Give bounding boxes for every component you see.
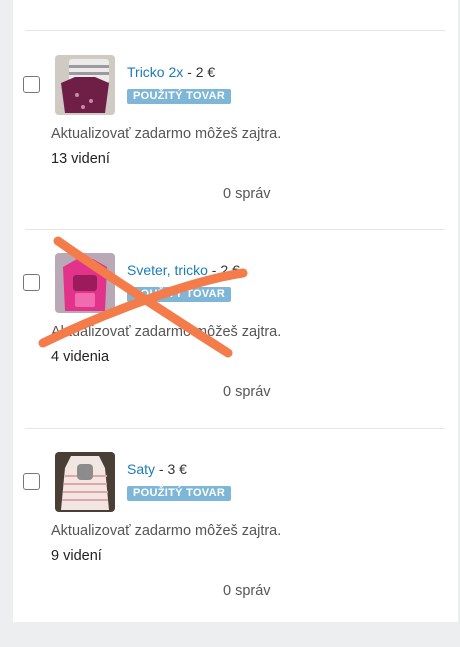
view-count: 9 videní xyxy=(51,548,102,564)
previous-listing-fragment xyxy=(73,0,263,4)
listing-price: - 2 € xyxy=(207,262,240,278)
listing-title-link[interactable]: Saty xyxy=(127,461,155,477)
update-note: Aktualizovať zadarmo môžeš zajtra. xyxy=(51,324,282,340)
condition-badge: POUŽITÝ TOVAR xyxy=(127,287,232,302)
listing-title-link[interactable]: Tricko 2x xyxy=(127,64,183,80)
messages-link[interactable]: 0 správ xyxy=(223,583,271,599)
listing-thumbnail[interactable] xyxy=(55,55,115,115)
listing-price: - 3 € xyxy=(155,461,187,477)
update-note: Aktualizovať zadarmo môžeš zajtra. xyxy=(51,523,282,539)
condition-badge: POUŽITÝ TOVAR xyxy=(127,486,232,501)
listing-item: Sveter, tricko - 2 € POUŽITÝ TOVAR Aktua… xyxy=(13,229,458,419)
listing-checkbox[interactable] xyxy=(23,473,40,490)
messages-link[interactable]: 0 správ xyxy=(223,384,271,400)
listing-price: - 2 € xyxy=(183,64,216,80)
view-count: 4 videnia xyxy=(51,349,110,365)
view-count: 13 videní xyxy=(51,151,110,167)
messages-link[interactable]: 0 správ xyxy=(223,186,271,202)
listing-title-link[interactable]: Sveter, tricko xyxy=(127,262,208,278)
listing-thumbnail[interactable] xyxy=(55,452,115,512)
listing-item: Saty - 3 € POUŽITÝ TOVAR Aktualizovať za… xyxy=(13,428,458,618)
update-note: Aktualizovať zadarmo môžeš zajtra. xyxy=(51,126,282,142)
listing-item: Tricko 2x - 2 € POUŽITÝ TOVAR Aktualizov… xyxy=(13,31,458,221)
listing-title-row: Tricko 2x - 2 € xyxy=(127,64,215,80)
listing-checkbox[interactable] xyxy=(23,274,40,291)
listing-checkbox[interactable] xyxy=(23,76,40,93)
listing-thumbnail[interactable] xyxy=(55,253,115,313)
listings-card: Tricko 2x - 2 € POUŽITÝ TOVAR Aktualizov… xyxy=(13,0,458,622)
listing-title-row: Sveter, tricko - 2 € xyxy=(127,262,240,278)
listing-title-row: Saty - 3 € xyxy=(127,461,187,477)
condition-badge: POUŽITÝ TOVAR xyxy=(127,89,232,104)
